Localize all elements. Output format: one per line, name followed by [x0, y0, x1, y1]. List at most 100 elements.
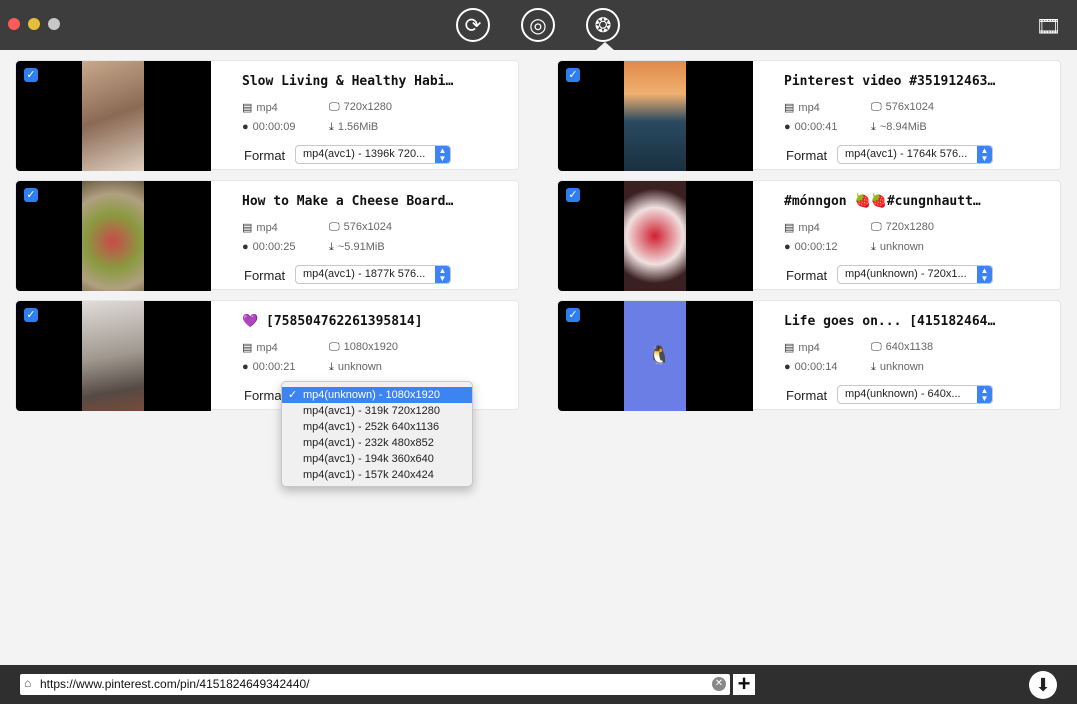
record-icon[interactable]: ◎ [521, 8, 555, 42]
download-size-icon: ⤓ [329, 121, 334, 133]
add-url-button[interactable]: + [733, 673, 755, 695]
file-size: unknown [879, 361, 924, 373]
format-label: Format [244, 388, 286, 403]
format-option[interactable]: mp4(avc1) - 157k 240x424 [282, 467, 472, 483]
monitor-icon: 🖵 [329, 101, 340, 113]
clock-icon: ● [784, 121, 791, 133]
format-select[interactable]: mp4(avc1) - 1396k 720... ▲ ▼ [295, 145, 451, 164]
bottom-bar: ⌂ https://www.pinterest.com/pin/41518246… [0, 665, 1077, 704]
resolution: 576x1024 [885, 101, 934, 113]
download-video-icon[interactable]: ❂ [586, 8, 620, 42]
container: mp4 [798, 342, 820, 354]
video-thumbnail [558, 181, 753, 291]
format-select[interactable]: mp4(unknown) - 640x... ▲ ▼ [837, 385, 993, 404]
format-option[interactable]: mp4(avc1) - 252k 640x1136 [282, 419, 472, 435]
container: mp4 [256, 222, 278, 234]
resolution: 720x1280 [343, 101, 392, 113]
video-title: 💜 [758504762261395814] [242, 314, 423, 329]
film-icon: ▤ [784, 342, 795, 354]
media-library-icon[interactable]: 🎞 [1036, 14, 1061, 39]
file-size: ~5.91MiB [337, 241, 385, 253]
video-thumbnail [16, 301, 211, 411]
monitor-icon: 🖵 [871, 341, 882, 353]
select-checkbox[interactable]: ✓ [24, 68, 38, 82]
video-card: 🐧 ✓ Life goes on... [415182464… ▤ mp4 🖵 64… [557, 300, 1061, 411]
zoom-window-button[interactable] [48, 18, 60, 30]
clock-icon: ● [242, 241, 249, 253]
clock-icon: ● [784, 361, 791, 373]
container: mp4 [256, 342, 278, 354]
monitor-icon: 🖵 [871, 221, 882, 233]
format-option[interactable]: mp4(avc1) - 232k 480x852 [282, 435, 472, 451]
video-card: ✓ How to Make a Cheese Board… ▤ mp4 🖵 576x… [15, 180, 519, 291]
chevron-updown-icon: ▲▼ [977, 266, 992, 283]
resolution: 576x1024 [343, 221, 392, 233]
format-option[interactable]: mp4(unknown) - 1080x1920 [282, 387, 472, 403]
format-value: mp4(unknown) - 720x1... [845, 268, 967, 280]
film-icon: ▤ [242, 102, 253, 114]
format-dropdown-menu[interactable]: mp4(unknown) - 1080x1920 mp4(avc1) - 319… [281, 381, 473, 487]
clock-icon: ● [242, 361, 249, 373]
duration: 00:00:21 [252, 361, 296, 373]
monitor-icon: 🖵 [329, 341, 340, 353]
close-window-button[interactable] [8, 18, 20, 30]
video-thumbnail [16, 61, 211, 171]
file-size: ~8.94MiB [879, 121, 927, 133]
video-card: ✓ Slow Living & Healthy Habi… ▤ mp4 🖵 720x… [15, 60, 519, 171]
monitor-icon: 🖵 [329, 221, 340, 233]
download-button[interactable]: ⬇ [1029, 671, 1057, 699]
format-value: mp4(avc1) - 1396k 720... [303, 148, 426, 160]
download-size-icon: ⤓ [871, 241, 876, 253]
video-title: How to Make a Cheese Board… [242, 194, 454, 209]
format-value: mp4(unknown) - 640x... [845, 388, 961, 400]
resolution: 640x1138 [885, 341, 934, 353]
download-size-icon: ⤓ [871, 121, 876, 133]
clock-icon: ● [242, 121, 249, 133]
select-checkbox[interactable]: ✓ [566, 308, 580, 322]
video-title: #mónngon 🍓🍓#cungnhautt… [784, 194, 981, 209]
video-thumbnail [558, 61, 753, 171]
format-select[interactable]: mp4(avc1) - 1764k 576... ▲ ▼ [837, 145, 993, 164]
clear-icon[interactable]: ✕ [712, 677, 726, 691]
file-size: unknown [337, 361, 382, 373]
monitor-icon: 🖵 [871, 101, 882, 113]
duration: 00:00:25 [252, 241, 296, 253]
chevron-updown-icon: ▲▼ [435, 266, 450, 283]
container: mp4 [798, 102, 820, 114]
duration: 00:00:09 [252, 121, 296, 133]
file-size: unknown [879, 241, 924, 253]
convert-icon[interactable]: ⟳ [456, 8, 490, 42]
minimize-window-button[interactable] [28, 18, 40, 30]
chevron-updown-icon: ▲▼ [977, 386, 992, 403]
download-size-icon: ⤓ [329, 361, 334, 373]
video-title: Slow Living & Healthy Habi… [242, 74, 454, 89]
video-list: ✓ Slow Living & Healthy Habi… ▤ mp4 🖵 720x… [0, 50, 1077, 665]
format-select[interactable]: mp4(unknown) - 720x1... ▲ ▼ [837, 265, 993, 284]
select-checkbox[interactable]: ✓ [24, 188, 38, 202]
format-label: Format [244, 268, 286, 283]
video-thumbnail [16, 181, 211, 291]
select-checkbox[interactable]: ✓ [566, 68, 580, 82]
duration: 00:00:41 [794, 121, 838, 133]
film-icon: ▤ [784, 222, 795, 234]
format-label: Format [244, 148, 286, 163]
clock-icon: ● [784, 241, 791, 253]
film-icon: ▤ [242, 342, 253, 354]
duration: 00:00:14 [794, 361, 838, 373]
home-icon: ⌂ [24, 676, 32, 690]
url-input[interactable]: ⌂ https://www.pinterest.com/pin/41518246… [20, 674, 730, 695]
select-checkbox[interactable]: ✓ [24, 308, 38, 322]
duration: 00:00:12 [794, 241, 838, 253]
container: mp4 [798, 222, 820, 234]
container: mp4 [256, 102, 278, 114]
video-thumbnail: 🐧 [558, 301, 753, 411]
format-option[interactable]: mp4(avc1) - 194k 360x640 [282, 451, 472, 467]
format-select[interactable]: mp4(avc1) - 1877k 576... ▲ ▼ [295, 265, 451, 284]
select-checkbox[interactable]: ✓ [566, 188, 580, 202]
format-label: Format [786, 388, 828, 403]
video-card: ✓ Pinterest video #351912463… ▤ mp4 🖵 576x… [557, 60, 1061, 171]
format-option[interactable]: mp4(avc1) - 319k 720x1280 [282, 403, 472, 419]
video-title: Life goes on... [415182464… [784, 314, 996, 329]
film-icon: ▤ [242, 222, 253, 234]
file-size: 1.56MiB [337, 121, 379, 133]
